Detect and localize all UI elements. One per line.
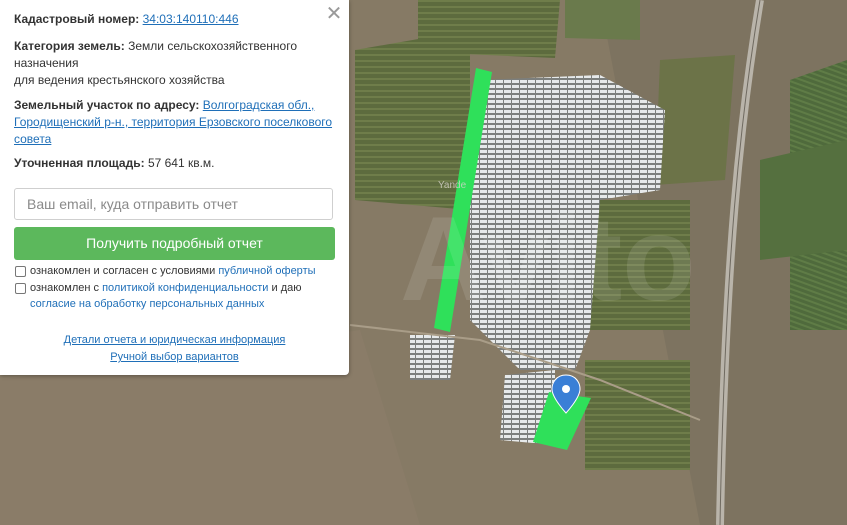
category-value-line1: Земли сельскохозяйственного [128, 39, 298, 53]
manual-select-link[interactable]: Ручной выбор вариантов [110, 351, 238, 363]
address-link-line1[interactable]: Волгоградская обл., [203, 98, 315, 112]
category-value-line3: для ведения крестьянского хозяйства [14, 73, 225, 87]
area-row: Уточненная площадь: 57 641 кв.м. [14, 155, 215, 172]
area-label: Уточненная площадь: [14, 156, 145, 170]
personal-data-consent-line: согласие на обработку персональных данны… [30, 296, 264, 312]
close-icon[interactable]: ✕ [324, 4, 344, 24]
parcel-info-panel: ✕ Кадастровый номер: 34:03:140110:446 Ка… [0, 0, 349, 375]
privacy-consent-checkbox[interactable] [15, 283, 26, 294]
privacy-consent-text: ознакомлен с политикой конфиденциальност… [30, 280, 302, 296]
address-link-line2[interactable]: Городищенский р-н., территория Ерзовског… [14, 115, 332, 129]
category-value-line2: назначения [14, 56, 79, 70]
address-link-line3[interactable]: совета [14, 132, 51, 146]
offer-consent-text: ознакомлен и согласен с условиями публич… [30, 263, 316, 279]
email-input[interactable] [14, 188, 333, 220]
category-row: Категория земель: Земли сельскохозяйстве… [14, 38, 297, 89]
offer-consent-prefix: ознакомлен и согласен с условиями [30, 265, 216, 277]
public-offer-link[interactable]: публичной оферты [218, 265, 315, 277]
avito-watermark: Avito [400, 192, 696, 326]
area-value: 57 641 кв.м. [147, 156, 215, 170]
category-label: Категория земель: [14, 39, 125, 53]
privacy-consent-mid: и даю [271, 282, 302, 294]
offer-consent-checkbox[interactable] [15, 266, 26, 277]
manual-select-row: Ручной выбор вариантов [0, 351, 349, 363]
cadastral-row: Кадастровый номер: 34:03:140110:446 [14, 11, 239, 28]
personal-data-consent-link[interactable]: согласие на обработку персональных данны… [30, 298, 264, 310]
privacy-policy-link[interactable]: политикой конфиденциальности [102, 282, 268, 294]
address-row: Земельный участок по адресу: Волгоградск… [14, 97, 332, 148]
get-report-button[interactable]: Получить подробный отчет [14, 227, 335, 260]
details-link-row: Детали отчета и юридическая информация [0, 334, 349, 346]
address-label: Земельный участок по адресу: [14, 98, 200, 112]
map-provider-watermark: Yande [438, 180, 467, 191]
cadastral-label: Кадастровый номер: [14, 12, 140, 26]
privacy-consent-prefix: ознакомлен с [30, 282, 100, 294]
cadastral-number-link[interactable]: 34:03:140110:446 [143, 12, 239, 26]
report-details-link[interactable]: Детали отчета и юридическая информация [64, 334, 286, 346]
